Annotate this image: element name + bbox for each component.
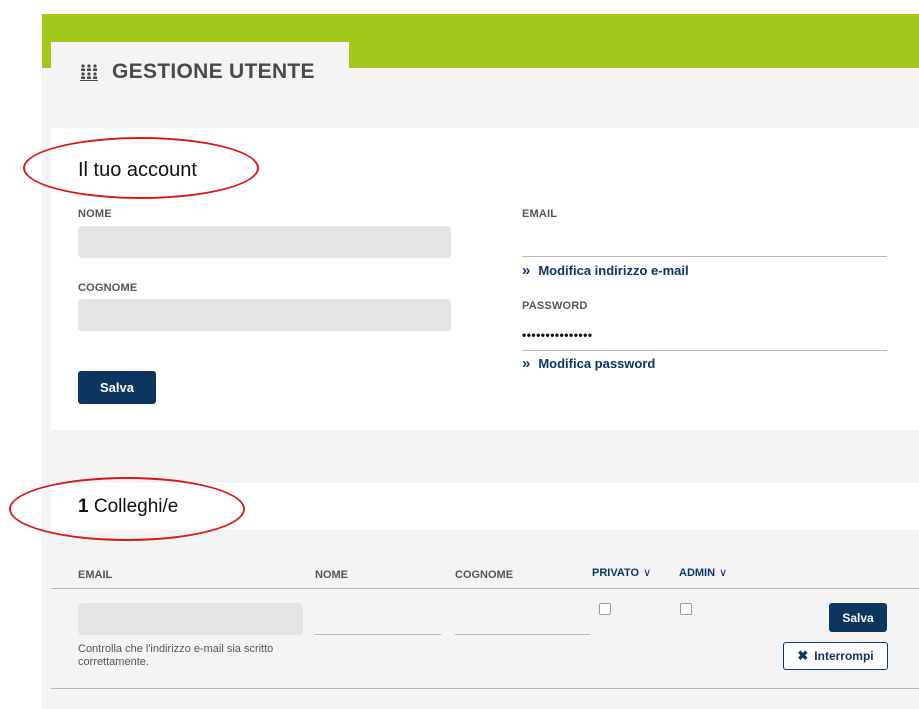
email-field[interactable] xyxy=(522,232,887,257)
colleague-save-button[interactable]: Salva xyxy=(829,603,887,632)
nome-input[interactable] xyxy=(78,226,451,258)
double-chevron-right-icon: » xyxy=(522,355,531,372)
change-password-link-label: Modifica password xyxy=(538,356,656,371)
password-label: PASSWORD xyxy=(522,300,588,312)
table-header-divider xyxy=(51,588,919,589)
chevron-down-icon: ∨ xyxy=(719,567,728,579)
cognome-input[interactable] xyxy=(78,299,451,331)
email-hint-text: Controlla che l'indirizzo e-mail sia scr… xyxy=(78,643,274,668)
colleague-cognome-input[interactable] xyxy=(455,610,590,635)
annotation-ellipse-account xyxy=(23,137,259,199)
email-label: EMAIL xyxy=(522,208,558,220)
cancel-button-label: Interrompi xyxy=(814,649,874,663)
page-title: GESTIONE UTENTE xyxy=(112,60,315,83)
change-password-link[interactable]: » Modifica password xyxy=(522,355,655,372)
column-header-privato[interactable]: PRIVATO ∨ xyxy=(592,566,652,580)
column-header-privato-label: PRIVATO xyxy=(592,566,640,579)
table-row-divider xyxy=(51,688,919,689)
colleague-email-input[interactable] xyxy=(78,603,303,635)
chevron-down-icon: ∨ xyxy=(643,567,652,579)
cancel-button[interactable]: ✖ Interrompi xyxy=(783,642,888,670)
cognome-label: COGNOME xyxy=(78,282,138,294)
column-header-admin[interactable]: ADMIN ∨ xyxy=(679,566,728,580)
admin-checkbox[interactable] xyxy=(680,603,692,615)
column-header-cognome: COGNOME xyxy=(455,569,514,581)
column-header-email: EMAIL xyxy=(78,569,113,581)
double-chevron-right-icon: » xyxy=(522,262,531,279)
column-header-nome: NOME xyxy=(315,569,348,581)
privato-checkbox[interactable] xyxy=(599,603,611,615)
account-save-button[interactable]: Salva xyxy=(78,371,156,404)
change-email-link-label: Modifica indirizzo e-mail xyxy=(538,263,689,278)
close-icon: ✖ xyxy=(797,648,809,663)
password-divider xyxy=(522,350,887,351)
change-email-link[interactable]: » Modifica indirizzo e-mail xyxy=(522,262,689,279)
user-group-icon xyxy=(80,63,98,81)
column-header-admin-label: ADMIN xyxy=(679,566,716,579)
password-value: ••••••••••••••• xyxy=(522,328,593,342)
colleague-nome-input[interactable] xyxy=(315,610,441,635)
annotation-ellipse-colleagues xyxy=(9,477,245,541)
page-title-tab: GESTIONE UTENTE xyxy=(51,42,349,102)
nome-label: NOME xyxy=(78,208,112,220)
